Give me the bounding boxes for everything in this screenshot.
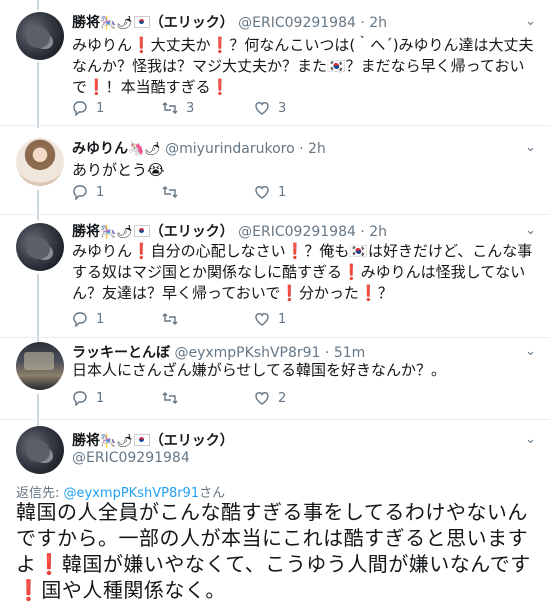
retweet-button[interactable] [162,184,186,200]
retweet-icon [162,313,178,325]
display-name-nick: （エリック） [149,224,234,240]
emoji-icons: 🦄🌶 [128,142,161,157]
retweet-icon [162,102,178,114]
tweet-actions: 1 2 [72,390,392,410]
like-button[interactable]: 3 [254,100,286,116]
tweet-text: 日本人にさんざん嫌がらせしてる韓国を好きなんか？。 [72,361,446,379]
display-name[interactable]: みゆりん [72,141,128,157]
retweet-count: 3 [186,100,195,116]
user-handle[interactable]: @ERIC09291984 [238,224,356,240]
retweet-button[interactable]: 3 [162,100,194,116]
chevron-down-icon[interactable]: ⌄ [525,344,536,359]
heart-icon [255,313,269,326]
tweet-text: ありがとう😭 [72,161,165,179]
chevron-down-icon[interactable]: ⌄ [525,223,536,238]
timestamp[interactable]: 51m [334,345,365,361]
chevron-down-icon[interactable]: ⌄ [525,140,536,155]
exclamation-icon: ❗ [36,552,62,576]
chevron-down-icon[interactable]: ⌄ [525,432,536,447]
heart-icon [255,392,269,405]
tweet-header: 勝将🎠🌶 （エリック） @ERIC09291984 · 2h [72,224,388,240]
tweet-text: みゆりん❗自分の心配しなさい❗？俺も🇰🇷は好きだけど、こんな事する奴はマジ国とか… [72,242,533,302]
main-tweet-text: 韓国の人全員がこんな酷すぎる事をしてるわけやないんですから。一部の人が本当にこれ… [16,500,531,602]
reply-count: 1 [96,311,105,327]
tweet-header: ラッキーとんぼ @eyxmpPKshVP8r91 · 51m [72,345,366,361]
reply-count: 1 [96,390,105,406]
retweet-button[interactable] [162,390,186,406]
reply-count: 1 [96,100,105,116]
tweet[interactable]: 勝将🎠🌶 （エリック） @ERIC09291984 · 2h ⌄ みゆりん❗大丈夫… [0,0,550,125]
display-name[interactable]: 勝将 [72,15,100,31]
main-tweet-header: 勝将🎠🌶 （エリック） [72,430,234,450]
tweet-actions: 1 1 [72,184,392,204]
avatar[interactable] [16,138,64,186]
display-name-nick: （エリック） [149,433,234,449]
exclamation-icon: ❗ [16,578,42,602]
display-name[interactable]: ラッキーとんぼ [72,345,170,361]
timestamp[interactable]: 2h [308,141,326,157]
user-handle[interactable]: @ERIC09291984 [72,450,190,466]
reply-count: 1 [96,184,105,200]
timestamp[interactable]: 2h [369,15,387,31]
main-tweet: 勝将🎠🌶 （エリック） @ERIC09291984 ⌄ 返信先: @eyxmpPK… [0,420,550,614]
korea-flag-icon [133,225,150,237]
heart-icon [255,186,269,199]
retweet-button[interactable] [162,311,186,327]
tweet[interactable]: みゆりん🦄🌶 @miyurindarukoro · 2h ⌄ ありがとう😭 1 … [0,126,550,214]
korea-flag-icon [133,16,150,28]
like-count: 2 [278,390,287,406]
tweet-actions: 1 1 [72,311,392,331]
tweet[interactable]: 勝将🎠🌶 （エリック） @ERIC09291984 · 2h ⌄ みゆりん❗自分の… [0,215,550,337]
tweet-header: みゆりん🦄🌶 @miyurindarukoro · 2h [72,141,326,157]
heart-icon [255,102,269,115]
emoji-icons: 🎠🌶 [100,225,133,240]
reply-icon [73,391,87,406]
user-handle[interactable]: @miyurindarukoro [165,141,295,157]
display-name[interactable]: 勝将 [72,224,100,240]
avatar[interactable] [16,223,64,271]
reply-icon [73,101,87,116]
avatar[interactable] [16,342,64,390]
like-button[interactable]: 1 [254,184,286,200]
reply-button[interactable]: 1 [72,100,104,116]
like-button[interactable]: 1 [254,311,286,327]
reply-button[interactable]: 1 [72,390,104,406]
retweet-icon [162,392,178,404]
tweet[interactable]: ラッキーとんぼ @eyxmpPKshVP8r91 · 51m ⌄ 日本人にさんざ… [0,338,550,419]
timestamp[interactable]: 2h [369,224,387,240]
like-button[interactable]: 2 [254,390,286,406]
like-count: 1 [278,184,287,200]
user-handle[interactable]: @eyxmpPKshVP8r91 [174,345,320,361]
emoji-icons: 🎠🌶 [100,16,133,31]
like-count: 1 [278,311,287,327]
chevron-down-icon[interactable]: ⌄ [525,14,536,29]
emoji-icons: 🎠🌶 [100,434,133,449]
display-name[interactable]: 勝将 [72,433,100,449]
avatar[interactable] [16,426,64,474]
reply-icon [73,185,87,200]
like-count: 3 [278,100,287,116]
tweet-actions: 1 3 3 [72,100,392,120]
retweet-icon [162,186,178,198]
reply-button[interactable]: 1 [72,184,104,200]
tweet-header: 勝将🎠🌶 （エリック） @ERIC09291984 · 2h [72,15,388,31]
avatar[interactable] [16,12,64,60]
user-handle[interactable]: @ERIC09291984 [238,15,356,31]
reply-icon [73,312,87,327]
display-name-nick: （エリック） [149,15,234,31]
reply-button[interactable]: 1 [72,311,104,327]
korea-flag-icon [133,434,150,446]
tweet-text: みゆりん❗大丈夫か❗？何なんこいつは(｀へ´)みゆりん達は大丈夫なんか？怪我は？… [72,36,534,96]
